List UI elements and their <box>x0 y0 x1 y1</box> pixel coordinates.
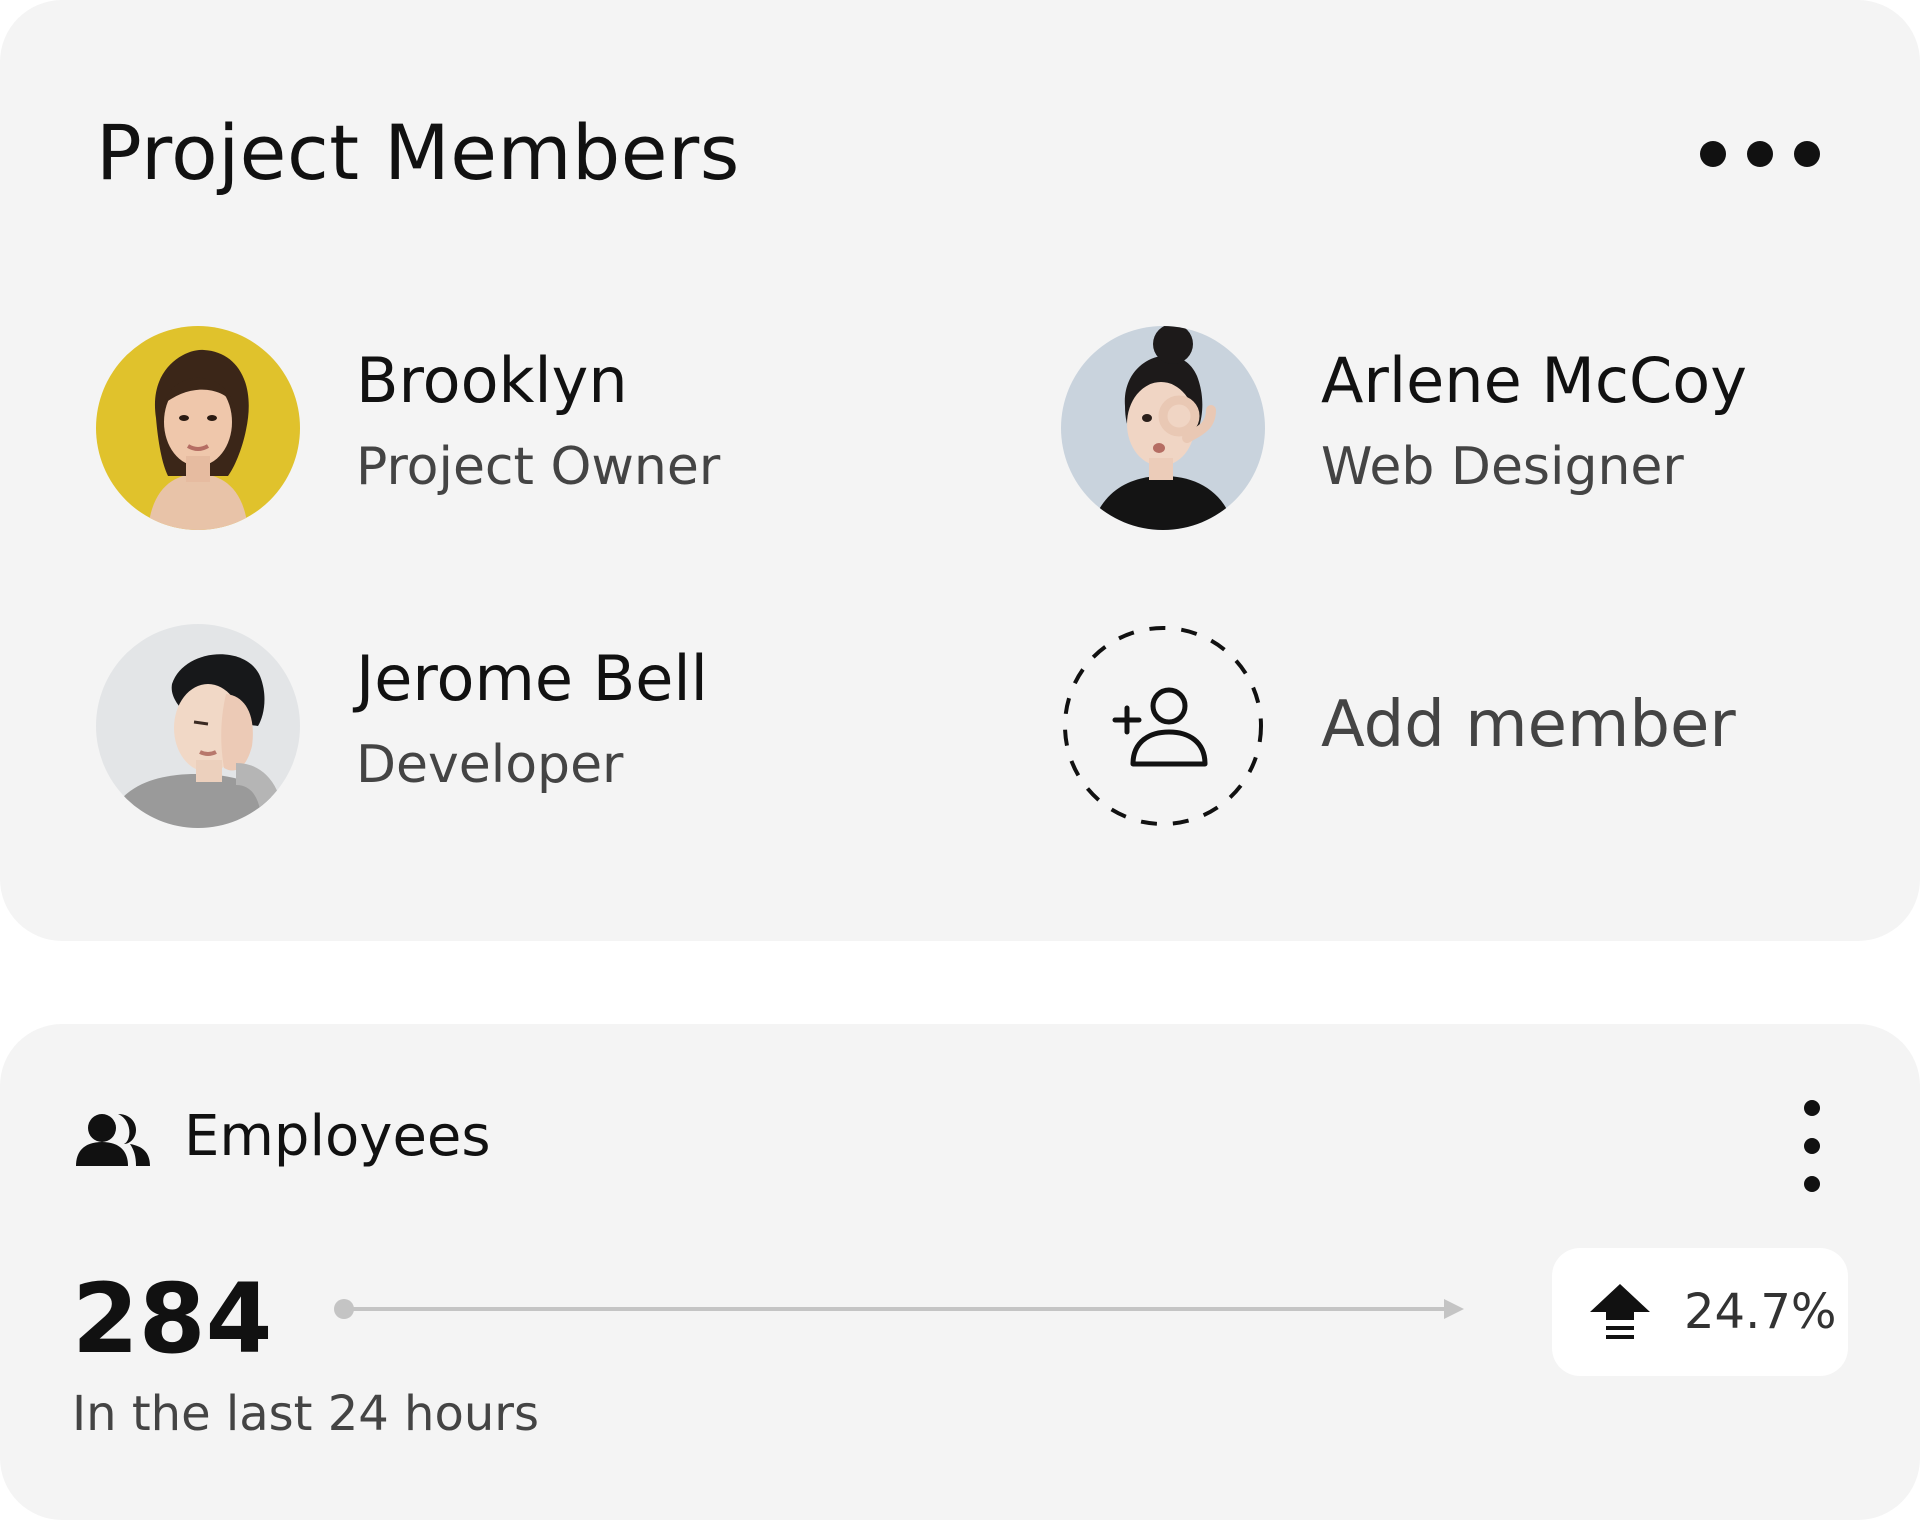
member-item[interactable]: Jerome Bell Developer <box>96 624 796 828</box>
add-user-icon <box>1112 687 1208 767</box>
member-role: Project Owner <box>356 437 721 497</box>
member-name: Arlene McCoy <box>1321 344 1747 417</box>
project-members-card: Project Members Brooklyn Project Owner A… <box>0 0 1920 941</box>
employees-card: Employees 284 In the last 24 hours 24.7% <box>0 1024 1920 1520</box>
more-options-button[interactable] <box>1798 1100 1826 1192</box>
more-options-button[interactable] <box>1700 132 1820 176</box>
member-role: Developer <box>356 735 624 795</box>
users-icon <box>72 1110 152 1170</box>
add-member-circle <box>1061 624 1265 828</box>
employees-title: Employees <box>184 1104 491 1169</box>
change-badge: 24.7% <box>1552 1248 1848 1376</box>
member-item[interactable]: Arlene McCoy Web Designer <box>1061 326 1821 530</box>
avatar <box>1061 326 1265 530</box>
arrow-up-icon <box>1588 1280 1652 1344</box>
member-name: Jerome Bell <box>356 642 708 715</box>
avatar <box>96 624 300 828</box>
member-item[interactable]: Brooklyn Project Owner <box>96 326 796 530</box>
employee-count-period: In the last 24 hours <box>72 1386 539 1442</box>
add-member-label: Add member <box>1321 688 1736 762</box>
change-value: 24.7% <box>1684 1284 1837 1340</box>
card-title: Project Members <box>96 108 740 197</box>
member-name: Brooklyn <box>356 344 628 417</box>
trend-line <box>330 1294 1470 1324</box>
more-horizontal-icon <box>1700 141 1726 167</box>
add-member-button[interactable]: Add member <box>1061 624 1821 828</box>
more-vertical-icon <box>1804 1100 1820 1116</box>
employee-count: 284 <box>72 1263 273 1375</box>
member-role: Web Designer <box>1321 437 1684 497</box>
avatar <box>96 326 300 530</box>
